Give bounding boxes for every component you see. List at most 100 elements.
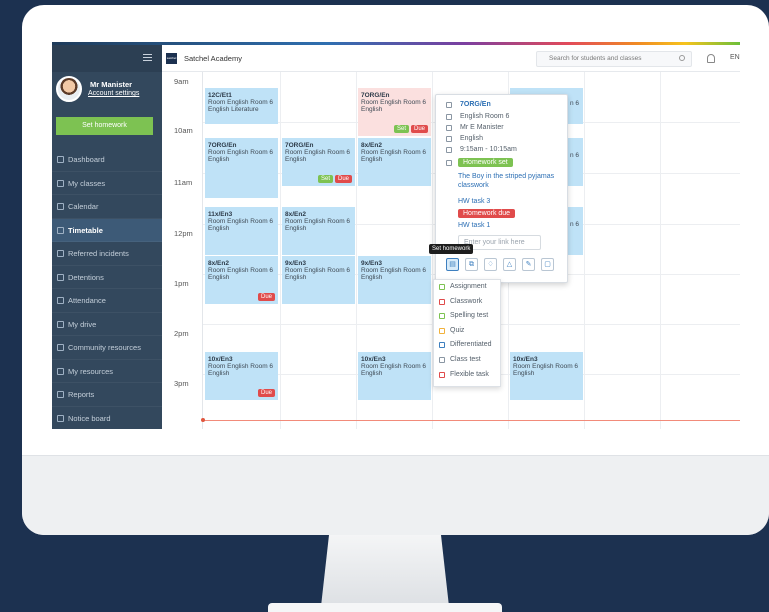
bell-icon[interactable] [707, 54, 715, 63]
sidebar-item-my-drive[interactable]: My drive [52, 313, 162, 336]
search-icon[interactable] [679, 55, 685, 61]
pin-icon[interactable]: ✎ [522, 258, 535, 271]
menu-item-quiz[interactable]: Quiz [434, 324, 500, 339]
lesson-room: Room English Room 6 [208, 218, 274, 225]
homework-due-badge: Due [410, 125, 428, 133]
lesson-card[interactable]: 8x/En2 Room English Room 6 English [358, 138, 431, 186]
sidebar-item-community-resources[interactable]: Community resources [52, 336, 162, 360]
hw-task-1-link[interactable]: HW task 1 [458, 222, 490, 229]
lesson-card[interactable]: 9x/En3 Room English Room 6 English [282, 256, 355, 304]
lesson-subject: English [208, 225, 230, 232]
sidebar-item-calendar[interactable]: Calendar [52, 195, 162, 219]
hw-task-3-link[interactable]: HW task 3 [458, 198, 490, 205]
link-input-placeholder: Enter your link here [464, 239, 525, 246]
time-label: 2pm [174, 329, 189, 338]
location-icon [446, 114, 452, 120]
menu-item-differentiated[interactable]: Differentiated [434, 338, 500, 353]
hamburger-menu-icon[interactable] [143, 54, 152, 61]
lesson-room: Room English Room 6 [513, 363, 579, 370]
clipboard-icon[interactable]: ▢ [541, 258, 554, 271]
lesson-room: Room English Room 6 [285, 218, 351, 225]
lesson-title: 7ORG/En [361, 92, 390, 99]
lesson-card[interactable]: 9x/En3 Room English Room 6 English [358, 256, 431, 304]
user-icon [446, 125, 452, 131]
sidebar-item-label: My classes [68, 178, 106, 188]
account-settings-link[interactable]: Account settings [88, 90, 139, 97]
spelling-icon [439, 313, 445, 320]
homework-set-link[interactable]: The Boy in the striped pyjamas classwork [458, 172, 563, 190]
school-name: Satchel Academy [184, 54, 242, 63]
lesson-card[interactable]: 10x/En3 Room English Room 6 English Due [205, 352, 278, 400]
lesson-room-fragment: n 6 [570, 100, 580, 107]
lesson-subject: English [361, 106, 383, 113]
lesson-title: 12C/Et1 [208, 92, 232, 99]
language-selector[interactable]: EN [730, 54, 740, 61]
set-homework-icon[interactable]: ▤ [446, 258, 459, 271]
lesson-card[interactable]: 12C/Et1 Room English Room 6 English Lite… [205, 88, 278, 124]
lesson-title: 8x/En2 [361, 142, 382, 149]
homework-icon [446, 160, 452, 166]
popup-room: English Room 6 [446, 113, 509, 120]
homework-due-pill: Homework due [458, 209, 516, 218]
sidebar-item-label: Notice board [68, 413, 111, 423]
sidebar-item-dashboard[interactable]: Dashboard [52, 148, 162, 172]
lesson-card[interactable]: 10x/En3 Room English Room 6 English [358, 352, 431, 400]
lesson-room: Room English Room 6 [285, 267, 351, 274]
lesson-subject: English [513, 370, 535, 377]
menu-item-flexible-task[interactable]: Flexible task [434, 368, 500, 383]
copy-icon[interactable]: ⧉ [465, 258, 478, 271]
sidebar-item-attendance[interactable]: Attendance [52, 289, 162, 313]
sidebar-item-notice-board[interactable]: Notice board [52, 407, 162, 430]
sidebar-item-label: Reports [68, 390, 95, 399]
homework-due-badge: Due [257, 293, 275, 301]
lesson-card[interactable]: 8x/En2 Room English Room 6 English [282, 207, 355, 255]
menu-item-class-test[interactable]: Class test [434, 353, 500, 368]
sidebar-item-my-classes[interactable]: My classes [52, 172, 162, 195]
school-logo: satchel [166, 53, 177, 64]
sidebar-item-reports[interactable]: Reports [52, 383, 162, 407]
lesson-card[interactable]: 7ORG/En Room English Room 6 English Set … [282, 138, 355, 186]
time-label: 1pm [174, 279, 189, 288]
homework-type-menu: Assignment Classwork Spelling test Quiz … [433, 279, 501, 387]
pin-icon [57, 414, 64, 422]
homework-set-badge: Set [393, 125, 409, 133]
quiz-icon [439, 327, 445, 334]
set-homework-tooltip: Set homework [429, 244, 474, 254]
lesson-card[interactable]: 7ORG/En Room English Room 6 English [205, 138, 278, 198]
sidebar-item-detentions[interactable]: Detentions [52, 266, 162, 289]
sidebar-item-label: Calendar [68, 202, 99, 211]
lesson-card[interactable]: 10x/En3 Room English Room 6 English [510, 352, 583, 400]
time-label: 12pm [174, 229, 193, 238]
sidebar-header [52, 45, 162, 72]
report-icon [57, 391, 64, 398]
lesson-card[interactable]: 8x/En2 Room English Room 6 English Due [205, 256, 278, 304]
menu-item-spelling-test[interactable]: Spelling test [434, 309, 500, 324]
popup-subject: English [446, 135, 483, 142]
warning-icon [57, 273, 64, 281]
sidebar-item-my-resources[interactable]: My resources [52, 360, 162, 383]
lesson-card[interactable]: 7ORG/En Room English Room 6 English Set … [358, 88, 431, 136]
popup-title-text: 7ORG/En [460, 101, 491, 108]
lesson-room: Room English Room 6 [361, 363, 427, 370]
sidebar-nav: Dashboard My classes Calendar Timetable … [52, 148, 162, 429]
sidebar: Mr Manister Account settings Set homewor… [52, 45, 162, 429]
award-icon[interactable]: ♢ [484, 258, 497, 271]
sidebar-item-referred-incidents[interactable]: Referred incidents [52, 242, 162, 266]
popup-title[interactable]: 7ORG/En [446, 101, 491, 108]
sidebar-item-label: Referred incidents [68, 249, 129, 258]
lesson-card[interactable]: 11x/En3 Room English Room 6 English [205, 207, 278, 255]
lesson-room: Room English Room 6 [208, 363, 274, 370]
lesson-title: 10x/En3 [513, 356, 538, 363]
set-homework-button[interactable]: Set homework [56, 117, 153, 135]
sidebar-item-timetable[interactable]: Timetable [52, 218, 162, 242]
lesson-subject: English [361, 370, 383, 377]
alert-icon[interactable]: △ [503, 258, 516, 271]
lesson-title: 9x/En3 [361, 260, 382, 267]
avatar [56, 76, 82, 102]
menu-item-classwork[interactable]: Classwork [434, 295, 500, 310]
menu-item-assignment[interactable]: Assignment [434, 280, 500, 295]
search-input[interactable]: Search for students and classes [536, 51, 692, 67]
timetable-icon [57, 226, 64, 234]
lesson-room: Room English Room 6 [208, 99, 274, 106]
lesson-title: 8x/En2 [208, 260, 229, 267]
